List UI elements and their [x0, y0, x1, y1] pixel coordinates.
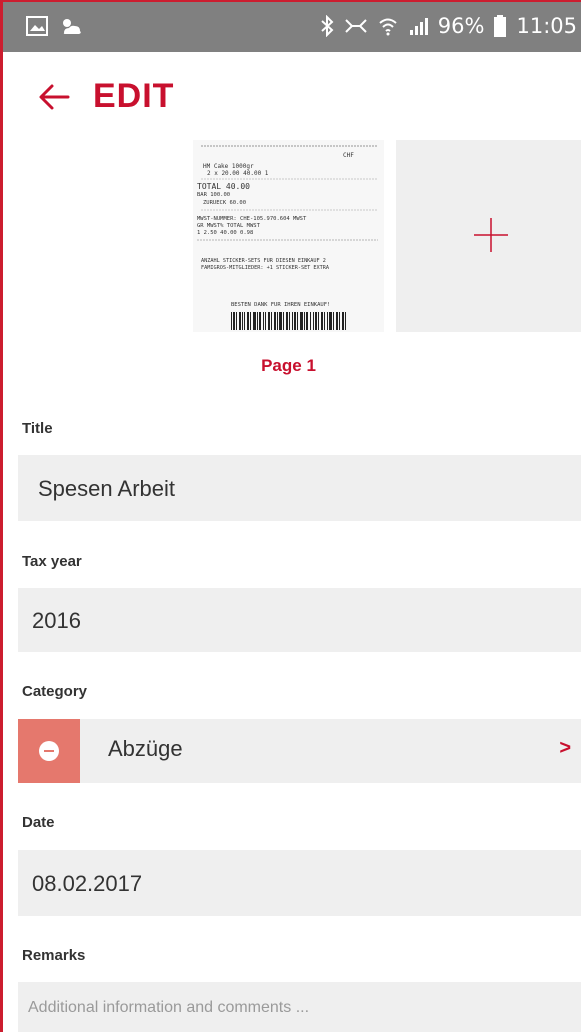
- category-value: Abzüge: [108, 736, 183, 761]
- receipt-line: GR MWST% TOTAL MWST: [197, 223, 261, 229]
- bluetooth-icon: [320, 15, 334, 37]
- receipt-line: 1 2.50 40.00 0.98: [197, 230, 253, 236]
- barcode: [231, 312, 346, 330]
- category-label: Category: [22, 683, 88, 700]
- tax-year-field[interactable]: 2016: [18, 588, 581, 652]
- back-button[interactable]: [38, 82, 70, 112]
- plus-icon: [474, 218, 508, 252]
- add-page-button[interactable]: [396, 140, 581, 332]
- receipt-line: TOTAL 40.00: [197, 182, 250, 191]
- battery-percent: 96%: [437, 14, 485, 38]
- clock: 11:05: [516, 14, 577, 38]
- mute-icon: [344, 16, 368, 36]
- weather-icon: [58, 15, 84, 37]
- receipt-line: BESTEN DANK FUR IHREN EINKAUF!: [231, 302, 330, 308]
- page-title: EDIT: [93, 77, 175, 115]
- receipt-line: ZURUECK 60.00: [203, 200, 246, 206]
- arrow-left-icon: [39, 84, 70, 110]
- status-bar: 96% 11:05: [0, 0, 581, 52]
- status-left: [26, 15, 84, 37]
- page-label: Page 1: [261, 356, 316, 375]
- receipt-line: ANZAHL STICKER-SETS FUR DIESEN EINKAUF 2: [201, 258, 326, 264]
- receipt-line: 2 x 20.00 40.00 1: [207, 170, 269, 177]
- date-value: 08.02.2017: [32, 871, 143, 896]
- title-label: Title: [22, 420, 53, 437]
- receipt-line: HM Cake 1000gr: [203, 163, 254, 170]
- app-header: EDIT: [0, 62, 581, 132]
- receipt-line: MWST-NUMMER: CHE-105.970.604 MWST: [197, 216, 307, 222]
- chevron-right-icon: >: [559, 737, 571, 759]
- remove-category-button[interactable]: [18, 719, 80, 783]
- title-value: Spesen Arbeit: [38, 476, 175, 501]
- minus-circle-icon: [39, 741, 59, 761]
- wifi-icon: [378, 16, 398, 36]
- tax-year-value: 2016: [32, 608, 81, 633]
- date-field[interactable]: 08.02.2017: [18, 850, 581, 916]
- title-field[interactable]: Spesen Arbeit: [18, 455, 581, 521]
- battery-icon: [494, 15, 507, 37]
- tax-year-label: Tax year: [22, 553, 82, 570]
- date-label: Date: [22, 814, 55, 831]
- window-top-edge: [0, 0, 581, 2]
- receipt-line: FAMIGROS-MITGLIEDER: +1 STICKER-SET EXTR…: [201, 265, 330, 271]
- window-left-edge: [0, 0, 3, 1032]
- remarks-field[interactable]: Additional information and comments ...: [18, 982, 581, 1032]
- receipt-line: BAR 100.00: [197, 192, 230, 198]
- remarks-label: Remarks: [22, 947, 86, 964]
- category-selector[interactable]: Abzüge >: [18, 719, 581, 783]
- receipt-page-thumbnail[interactable]: CHF HM Cake 1000gr 2 x 20.00 40.00 1 TOT…: [193, 140, 384, 332]
- signal-icon: [408, 16, 428, 36]
- remarks-placeholder: Additional information and comments ...: [28, 999, 310, 1016]
- gallery-icon: [26, 16, 48, 36]
- status-right: 96% 11:05: [320, 14, 577, 38]
- receipt-line: CHF: [343, 152, 354, 159]
